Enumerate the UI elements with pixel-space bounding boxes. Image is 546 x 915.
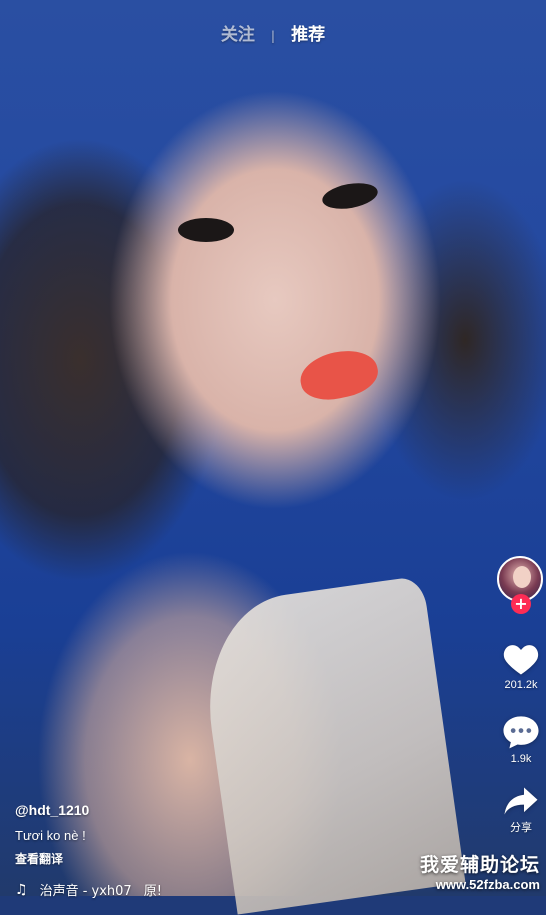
post-description: Tươi ko nè !	[15, 828, 86, 843]
tab-for-you[interactable]: 推荐	[281, 20, 335, 45]
share-arrow-icon	[504, 787, 538, 815]
share-button[interactable]: 分享	[496, 786, 546, 835]
like-button[interactable]: 201.2k	[496, 642, 546, 691]
like-count: 201.2k	[504, 679, 538, 691]
watermark: 我爱辅助论坛 www.52fzba.com	[420, 850, 540, 892]
heart-icon	[503, 645, 539, 675]
music-note-icon: ♫	[15, 881, 28, 898]
creator-avatar-button[interactable]: +	[497, 556, 543, 614]
top-feed-tabs: 关注 | 推荐	[0, 20, 546, 45]
comment-count: 1.9k	[510, 753, 532, 765]
watermark-url: www.52fzba.com	[435, 877, 540, 892]
tab-following[interactable]: 关注	[211, 20, 265, 45]
translate-link[interactable]: 查看翻译	[15, 850, 63, 867]
watermark-title: 我爱辅助论坛	[419, 854, 540, 876]
music-title: 治声音 - yxh07	[39, 884, 132, 899]
follow-plus-icon[interactable]: +	[511, 594, 531, 614]
creator-username[interactable]: @hdt_1210	[15, 802, 89, 818]
music-ticker[interactable]: ♫ 治声音 - yxh07 原!	[15, 880, 162, 900]
share-label: 分享	[510, 822, 532, 834]
comment-button[interactable]: 1.9k	[496, 714, 546, 765]
tab-separator: |	[270, 29, 276, 43]
music-suffix: 原!	[143, 884, 162, 899]
video-detail-eye	[178, 218, 234, 242]
comment-icon	[503, 716, 539, 749]
